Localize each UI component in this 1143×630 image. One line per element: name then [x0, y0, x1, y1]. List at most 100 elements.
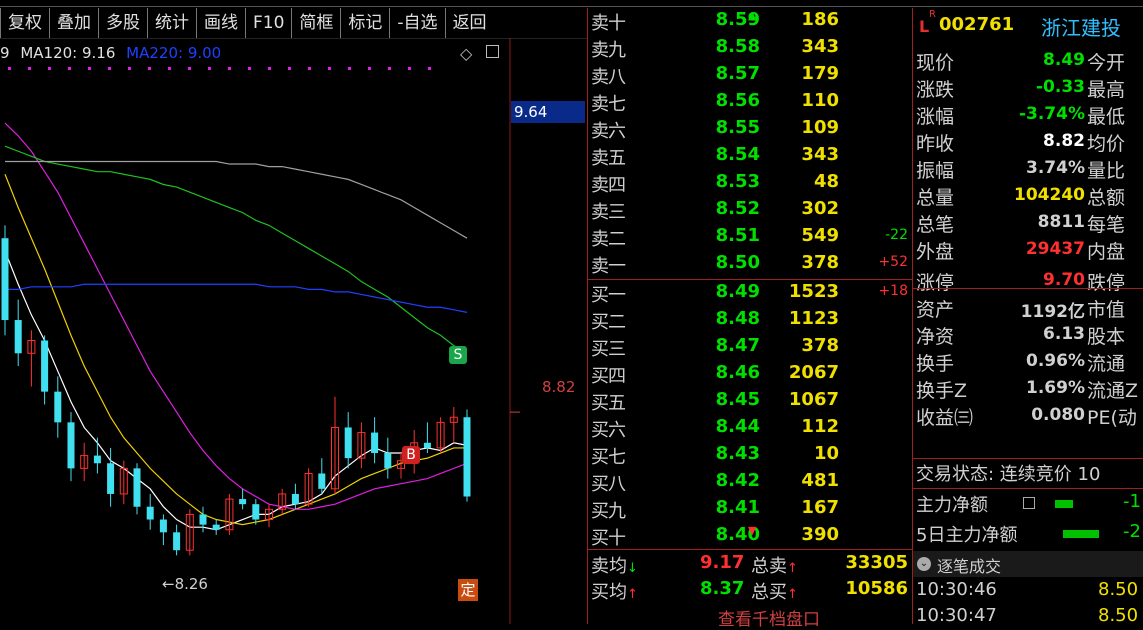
- quote-value: 0.080: [1031, 405, 1085, 425]
- tick-header[interactable]: ⌄ 逐笔成交: [913, 551, 1143, 577]
- toolbar-button-8[interactable]: -自选: [389, 8, 444, 38]
- order-volume: 48: [813, 171, 839, 192]
- quote-value: 9.70: [1043, 270, 1085, 290]
- toolbar-button-6[interactable]: 简框: [291, 8, 340, 38]
- order-price: 8.53: [715, 171, 760, 192]
- bid-row[interactable]: 买一 8.49 1523 +18: [588, 281, 913, 308]
- quote-key: 总量: [916, 187, 955, 209]
- ask-row[interactable]: 卖二 8.51 549 -22: [588, 225, 913, 252]
- order-level-label: 卖一: [591, 256, 626, 277]
- ask-row[interactable]: 卖五 8.54 343: [588, 144, 913, 171]
- order-price: 8.42: [715, 470, 760, 491]
- candle-body: [239, 499, 247, 505]
- sell-signal-badge[interactable]: S: [449, 346, 467, 364]
- stock-name[interactable]: 浙江建投: [1041, 12, 1121, 41]
- ma-line-ma5: [4, 250, 468, 531]
- candle-body: [93, 455, 101, 464]
- signal-dot: [108, 67, 111, 70]
- signal-dot: [188, 67, 191, 70]
- quote-key: 换手: [916, 353, 955, 375]
- bid-row[interactable]: 买七 8.43 10: [588, 443, 913, 470]
- quote-row: 资产 1192亿 市值: [913, 295, 1143, 322]
- ask-row[interactable]: 卖六 8.55 109: [588, 117, 913, 144]
- quote-key-secondary: 量比: [1087, 160, 1126, 182]
- total-volume: 10586: [845, 578, 908, 599]
- order-change: +18: [878, 283, 908, 299]
- signal-dot: [408, 67, 411, 70]
- quote-key: 涨幅: [916, 106, 955, 128]
- arrow-down-icon: ▼: [748, 524, 757, 537]
- quote-row: 收益㈢ 0.080 PE(动: [913, 403, 1143, 430]
- list-icon[interactable]: [1023, 497, 1035, 509]
- order-change: -22: [885, 227, 908, 243]
- bid-row[interactable]: 买十 8.40 ▼ 390: [588, 524, 913, 551]
- state-divider: [913, 488, 1143, 489]
- toolbar-button-5[interactable]: F10: [245, 8, 291, 38]
- quote-value: 6.13: [1043, 324, 1085, 344]
- bid-row[interactable]: 买四 8.46 2067: [588, 362, 913, 389]
- ask-row[interactable]: 卖十 8.59 ▲ 186: [588, 9, 913, 36]
- signal-dot: [328, 67, 331, 70]
- ask-row[interactable]: 卖九 8.58 343: [588, 36, 913, 63]
- candle-body: [107, 463, 115, 494]
- bid-row[interactable]: 买六 8.44 112: [588, 416, 913, 443]
- quote-value: 8811: [1037, 212, 1085, 232]
- candle-body: [41, 340, 49, 392]
- ma-line-ma220: [5, 283, 468, 313]
- ma-line-ma120: [5, 160, 468, 239]
- candle-body: [199, 514, 207, 525]
- order-price: 8.44: [715, 416, 760, 437]
- ask-row[interactable]: 卖七 8.56 110: [588, 90, 913, 117]
- book-divider: [588, 279, 913, 280]
- kline-chart[interactable]: [0, 38, 587, 624]
- order-price: 8.57: [715, 63, 760, 84]
- toolbar-button-4[interactable]: 画线: [196, 8, 245, 38]
- order-volume: 10: [813, 443, 839, 464]
- toolbar-button-9[interactable]: 返回: [444, 8, 494, 38]
- bid-row[interactable]: 买二 8.48 1123: [588, 308, 913, 335]
- order-price: 8.52: [715, 198, 760, 219]
- bid-row[interactable]: 买三 8.47 378: [588, 335, 913, 362]
- order-volume: 1067: [788, 389, 839, 410]
- order-volume: 2067: [788, 362, 839, 383]
- order-price: 8.56: [715, 90, 760, 111]
- top-border: [0, 6, 1143, 7]
- rights-badge: R: [929, 9, 936, 20]
- quote-key-secondary: 跌停: [1087, 272, 1126, 294]
- flow-value: -2: [1123, 521, 1141, 542]
- toolbar-button-2[interactable]: 多股: [98, 8, 147, 38]
- quote-key-secondary: 股本: [1087, 326, 1126, 348]
- chevron-down-icon[interactable]: ⌄: [917, 557, 931, 571]
- order-level-label: 卖二: [591, 229, 626, 250]
- order-price: 8.45: [715, 389, 760, 410]
- quote-value: 8.49: [1043, 50, 1085, 70]
- bid-row[interactable]: 买五 8.45 1067: [588, 389, 913, 416]
- toolbar-button-1[interactable]: 叠加: [49, 8, 98, 38]
- signal-dot: [88, 67, 91, 70]
- quote-value: 1192亿: [1020, 302, 1085, 322]
- order-volume: 109: [801, 117, 839, 138]
- toolbar-button-3[interactable]: 统计: [147, 8, 196, 38]
- quote-value: -3.74%: [1018, 104, 1085, 124]
- quote-value: 29437: [1025, 239, 1085, 259]
- bid-row[interactable]: 买八 8.42 481: [588, 470, 913, 497]
- bid-row[interactable]: 买九 8.41 167: [588, 497, 913, 524]
- avg-label: 买均↑: [591, 582, 638, 603]
- lock-button[interactable]: 定: [458, 579, 478, 601]
- view-depth-link[interactable]: 查看千档盘口: [718, 605, 820, 630]
- order-level-label: 卖五: [591, 148, 626, 169]
- ask-row[interactable]: 卖三 8.52 302: [588, 198, 913, 225]
- ask-row[interactable]: 卖四 8.53 48: [588, 171, 913, 198]
- tick-price: 8.50: [1098, 579, 1139, 600]
- order-level-label: 买四: [591, 366, 626, 387]
- quote-row: 涨幅 -3.74% 最低: [913, 102, 1143, 129]
- candle-body: [318, 473, 326, 489]
- ask-row[interactable]: 卖一 8.50 378 +52: [588, 252, 913, 279]
- quote-value: 0.96%: [1026, 351, 1085, 371]
- quote-key: 涨停: [916, 272, 955, 294]
- candle-body: [173, 532, 181, 551]
- toolbar-button-7[interactable]: 标记: [340, 8, 389, 38]
- ask-row[interactable]: 卖八 8.57 179: [588, 63, 913, 90]
- buy-signal-badge[interactable]: B: [402, 446, 420, 464]
- toolbar-button-0[interactable]: 复权: [0, 8, 49, 38]
